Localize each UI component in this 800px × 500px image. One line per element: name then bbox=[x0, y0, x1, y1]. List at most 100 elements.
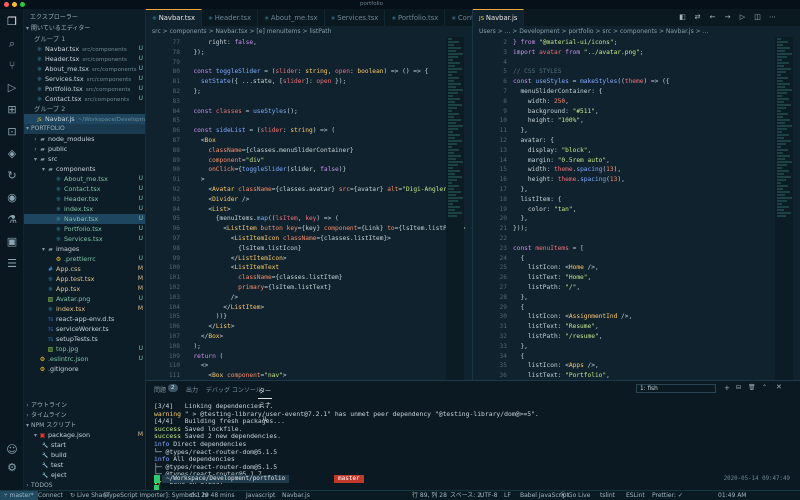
chevron-right-icon[interactable]: › bbox=[32, 145, 39, 154]
status-item[interactable]: ESLint bbox=[626, 491, 645, 500]
editor-tab[interactable]: ⚛ Portfolio.tsx bbox=[385, 10, 446, 26]
chevron-down-icon[interactable]: ▾ bbox=[40, 245, 47, 254]
chevron-right-icon[interactable]: › bbox=[24, 401, 31, 410]
tree-item[interactable]: ⚛ Portfolio.tsx U bbox=[24, 224, 145, 234]
breadcrumb-right[interactable]: Users > ... > Development > portfolio > … bbox=[473, 26, 800, 37]
section-1[interactable]: › タイムライン bbox=[24, 410, 145, 420]
close-window-button[interactable] bbox=[4, 2, 9, 7]
run-icon[interactable]: ▷ bbox=[738, 13, 747, 22]
npm-package-item[interactable]: ▾ ▣ package.json M bbox=[24, 430, 145, 440]
npm-script-item[interactable]: 🔧 eject bbox=[24, 470, 145, 480]
open-editors-section[interactable]: ▾ 開いているエディター bbox=[24, 24, 145, 34]
minimap-left[interactable] bbox=[446, 37, 464, 380]
minimize-window-button[interactable] bbox=[12, 2, 17, 7]
terminal-select[interactable]: 1: fish bbox=[636, 384, 716, 393]
status-item[interactable]: ⦿ Go Live bbox=[560, 491, 590, 500]
tree-item[interactable]: ⚛ Services.tsx U bbox=[24, 234, 145, 244]
tree-item[interactable]: ⚛ index.tsx M bbox=[24, 304, 145, 314]
source-control-icon[interactable]: ⑂ bbox=[5, 59, 19, 73]
chevron-down-icon[interactable]: ▾ bbox=[24, 24, 31, 34]
tree-item[interactable]: ⚛ Contact.tsx U bbox=[24, 184, 145, 194]
tree-item[interactable]: ⚛ About_me.tsx U bbox=[24, 174, 145, 184]
remote-icon[interactable]: ⊡ bbox=[5, 125, 19, 139]
tree-item[interactable]: TS react-app-env.d.ts bbox=[24, 314, 145, 324]
open-editor-item[interactable]: JS Navbar.js ~/Workspace/Developm... bbox=[24, 114, 145, 124]
status-item[interactable]: LF bbox=[504, 491, 511, 500]
tree-item[interactable]: ⚙ .prettierrc U bbox=[24, 254, 145, 264]
status-item[interactable]: ⑂ master* bbox=[0, 491, 38, 500]
section-2[interactable]: ▾ NPM スクリプト bbox=[24, 420, 145, 430]
tree-item[interactable]: ⚛ App.test.tsx M bbox=[24, 274, 145, 284]
go-back-icon[interactable]: ← bbox=[708, 13, 717, 22]
status-item[interactable]: スペース: 2 bbox=[450, 491, 481, 500]
toggle-preview-icon[interactable]: ◫ bbox=[753, 13, 762, 22]
tree-item[interactable]: › ▰ node_modules bbox=[24, 134, 145, 144]
tree-item[interactable]: ▾ ▰ src bbox=[24, 154, 145, 164]
chevron-down-icon[interactable]: ▾ bbox=[32, 431, 39, 440]
open-editor-item[interactable]: ⚛ Portfolio.tsx src/components U bbox=[24, 84, 145, 94]
github-icon[interactable]: ◉ bbox=[5, 191, 19, 205]
open-changes-icon[interactable]: ⇄ bbox=[693, 13, 702, 22]
terminal-prompt[interactable]: ~/Workspace/Development/portfolio master… bbox=[154, 475, 794, 484]
tree-item[interactable]: ⚛ App.tsx M bbox=[24, 284, 145, 294]
open-editor-item[interactable]: ⚛ Contact.tsx src/components U bbox=[24, 94, 145, 104]
chevron-right-icon[interactable]: › bbox=[24, 411, 31, 420]
terminal-output[interactable]: [3/4] Linking dependencies... warning " >… bbox=[154, 402, 794, 487]
status-item[interactable]: Prettier: ✓ bbox=[652, 491, 683, 500]
tree-item[interactable]: ▾ ▰ images bbox=[24, 244, 145, 254]
tree-item[interactable]: › ▰ public bbox=[24, 144, 145, 154]
status-item[interactable]: ↻ Live Share bbox=[70, 491, 108, 500]
account-icon[interactable]: ☺ bbox=[5, 443, 19, 457]
docker-icon[interactable]: ◈ bbox=[5, 147, 19, 161]
extensions-icon[interactable]: ⊞ bbox=[5, 103, 19, 117]
tree-item[interactable]: ▾ ▰ components bbox=[24, 164, 145, 174]
maximize-window-button[interactable] bbox=[20, 2, 25, 7]
tree-item[interactable]: ▨ Avatar.png U bbox=[24, 294, 145, 304]
tree-item[interactable]: ⚛ Header.tsx U bbox=[24, 194, 145, 204]
editor-tab[interactable]: JS Navbar.js bbox=[473, 9, 525, 26]
npm-icon[interactable]: ▣ bbox=[5, 235, 19, 249]
todos-section[interactable]: › TODOS bbox=[24, 480, 145, 490]
editor-tab[interactable]: ⚛ Navbar.tsx bbox=[146, 9, 202, 26]
status-item[interactable]: UTF-8 bbox=[480, 491, 498, 500]
minimap-right[interactable] bbox=[775, 37, 793, 380]
status-item[interactable]: Navbar.js bbox=[282, 491, 310, 500]
live-share-icon[interactable]: ↻ bbox=[5, 169, 19, 183]
open-editor-item[interactable]: ⚛ About_me.tsx src/components U bbox=[24, 64, 145, 74]
tree-item[interactable]: # App.css M bbox=[24, 264, 145, 274]
chevron-right-icon[interactable]: › bbox=[32, 135, 39, 144]
tree-item[interactable]: TS serviceWorker.ts bbox=[24, 324, 145, 334]
tab-output[interactable]: 出力 bbox=[186, 385, 198, 394]
go-forward-icon[interactable]: → bbox=[723, 13, 732, 22]
debug-icon[interactable]: ▷ bbox=[5, 81, 19, 95]
open-editor-item[interactable]: ⚛ Services.tsx src/components U bbox=[24, 74, 145, 84]
breadcrumb-left[interactable]: src > components > Navbar.tsx > [e] menu… bbox=[146, 26, 472, 37]
status-item[interactable]: ⏱ 1 hr 48 mins bbox=[190, 491, 234, 500]
chevron-right-icon[interactable]: › bbox=[24, 481, 31, 490]
workspace-section[interactable]: ▾ PORTFOLIO bbox=[24, 124, 145, 134]
tree-item[interactable]: TS setupTests.ts bbox=[24, 334, 145, 344]
editor-tab[interactable]: ⚛ Contact.tsx bbox=[445, 10, 472, 26]
editor-tab[interactable]: ⚛ About_me.tsx bbox=[258, 10, 325, 26]
npm-script-item[interactable]: 🔧 start bbox=[24, 440, 145, 450]
chevron-down-icon[interactable]: ▾ bbox=[40, 165, 47, 174]
status-item[interactable]: Connect bbox=[38, 491, 63, 500]
tab-problems[interactable]: 問題 bbox=[154, 385, 166, 394]
tree-item[interactable]: ▨ top.jpg U bbox=[24, 344, 145, 354]
npm-script-item[interactable]: 🔧 build bbox=[24, 450, 145, 460]
chevron-down-icon[interactable]: ▾ bbox=[24, 124, 31, 134]
tree-item[interactable]: ⚛ index.tsx U bbox=[24, 204, 145, 214]
chevron-down-icon[interactable]: ▾ bbox=[24, 421, 31, 430]
tree-item[interactable]: ⚛ Navbar.tsx U bbox=[24, 214, 145, 224]
section-0[interactable]: › アウトライン bbox=[24, 400, 145, 410]
trash-icon[interactable]: 🗑 bbox=[748, 384, 756, 391]
database-icon[interactable]: ☰ bbox=[5, 257, 19, 271]
status-item[interactable]: Javascript bbox=[246, 491, 275, 500]
split-editor-icon[interactable]: ◧ bbox=[678, 13, 687, 22]
open-editor-item[interactable]: ⚛ Header.tsx src/components U bbox=[24, 54, 145, 64]
editor-tab[interactable]: ⚛ Services.tsx bbox=[325, 10, 386, 26]
test-icon[interactable]: ⚗ bbox=[5, 213, 19, 227]
new-terminal-icon[interactable]: + bbox=[724, 384, 730, 392]
editor-tab[interactable]: ⚛ Header.tsx bbox=[202, 10, 259, 26]
status-item[interactable]: 01:49 AM bbox=[718, 491, 746, 500]
